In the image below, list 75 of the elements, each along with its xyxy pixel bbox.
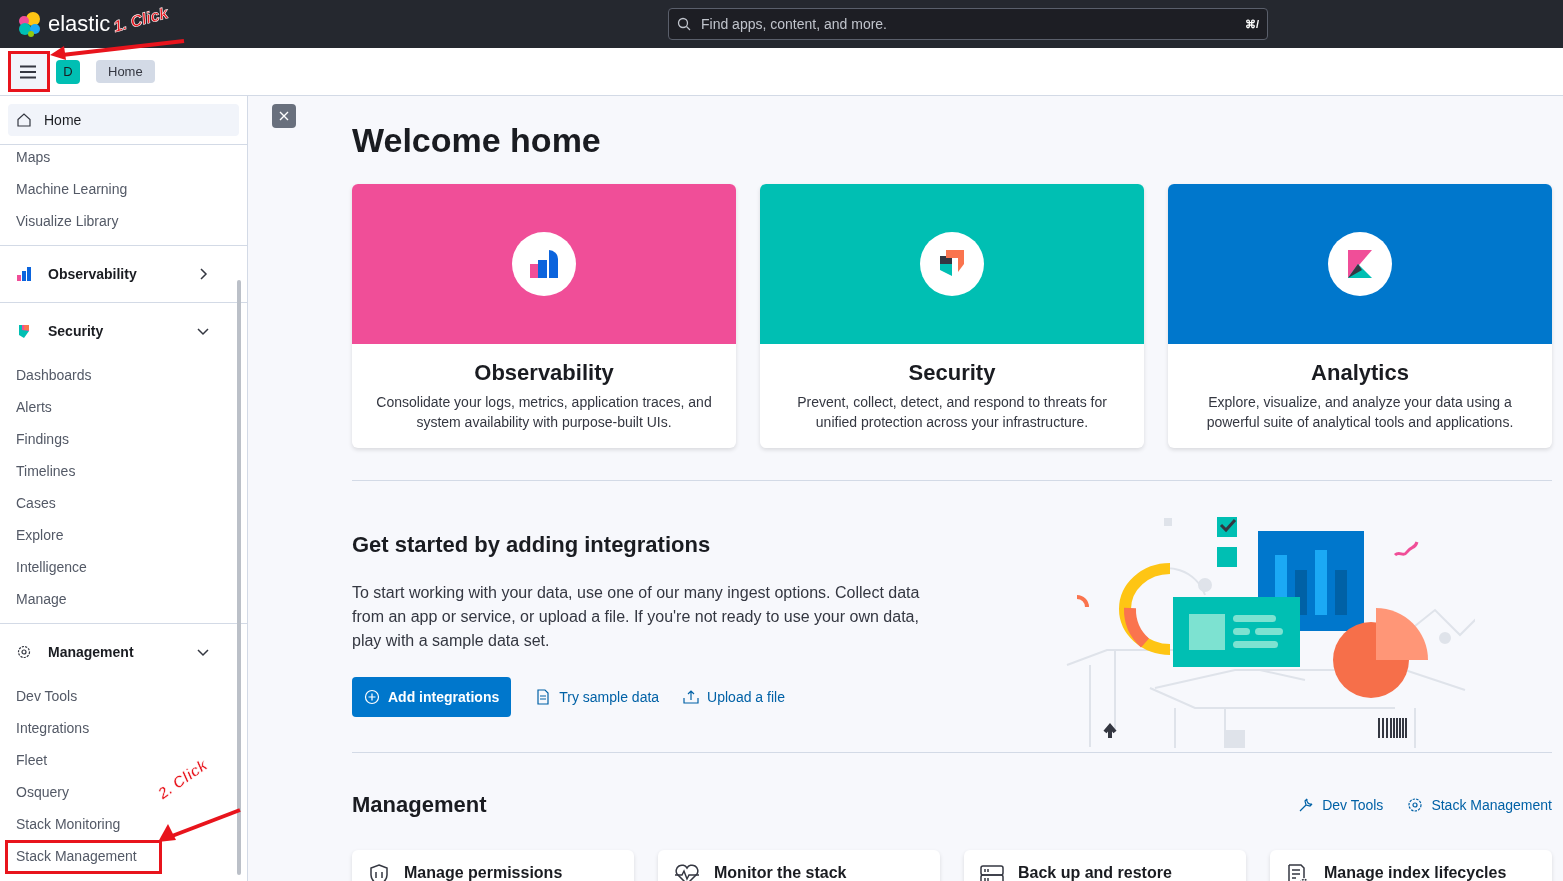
- nav-item[interactable]: Machine Learning: [0, 173, 144, 205]
- server-icon: [980, 864, 1004, 881]
- action-link[interactable]: Upload a file: [683, 677, 785, 717]
- solution-card[interactable]: Security Prevent, collect, detect, and respond to threats for unified protection across your infrastructure.: [760, 184, 1144, 448]
- nav-item[interactable]: Integrations: [0, 712, 106, 744]
- solution-card[interactable]: Analytics Explore, visualize, and analyze your data using a powerful suite of analytical tools and applications.: [1168, 184, 1552, 448]
- card-title: Security: [908, 360, 996, 386]
- shield-icon: [16, 323, 32, 339]
- nav-item[interactable]: Explore: [0, 519, 80, 551]
- bar-chart-icon: [16, 266, 32, 282]
- nav-item[interactable]: Alerts: [0, 391, 68, 423]
- add-integrations-button[interactable]: Add integrations: [352, 677, 512, 717]
- header-link[interactable]: Stack Management: [1407, 797, 1552, 813]
- upload-icon: [683, 689, 700, 705]
- nav-item[interactable]: Maps: [0, 141, 67, 173]
- nav-item[interactable]: Visualize Library: [0, 205, 135, 237]
- nav-group-title[interactable]: Security: [48, 323, 179, 339]
- gear-icon: [16, 644, 32, 660]
- card-title: Analytics: [1311, 360, 1409, 386]
- search-icon: [677, 17, 691, 31]
- card-title: Manage index lifecycles: [1324, 864, 1507, 881]
- nav-group-title[interactable]: Management: [48, 644, 179, 660]
- card-description: Consolidate your logs, metrics, application traces, and system availability with purpose-built UIs.: [375, 393, 713, 432]
- action-link[interactable]: Try sample data: [535, 677, 660, 717]
- card-title: Monitor the stack: [714, 864, 847, 881]
- document-icon: [535, 689, 552, 705]
- breadcrumb[interactable]: Home: [96, 60, 155, 83]
- close-icon: [279, 111, 289, 121]
- wrench-icon: [1298, 797, 1315, 813]
- nav-item[interactable]: Intelligence: [0, 551, 103, 583]
- gear-icon: [1407, 797, 1424, 813]
- home-icon: [16, 112, 32, 128]
- annotation-label: 1. Click: [111, 4, 171, 36]
- card-title: Observability: [474, 360, 614, 386]
- section-title: Management: [352, 791, 487, 819]
- search-field[interactable]: Find apps, content, and more. ⌘/: [668, 8, 1268, 40]
- close-button[interactable]: [272, 104, 296, 128]
- nav-item[interactable]: Dev Tools: [0, 680, 94, 712]
- logo-icon: [16, 11, 42, 37]
- solution-card[interactable]: Observability Consolidate your logs, metrics, application traces, and system availability with purpose-built UIs.: [352, 184, 736, 448]
- nav-item[interactable]: Stack Monitoring: [0, 808, 137, 840]
- nav-item[interactable]: Osquery: [0, 776, 85, 808]
- shortcut-hint: ⌘/: [1244, 17, 1259, 31]
- management-card[interactable]: Monitor the stack: [658, 850, 940, 881]
- menu-icon: [19, 64, 37, 79]
- card-title: Manage permissions: [404, 864, 563, 881]
- header-link[interactable]: Dev Tools: [1298, 797, 1384, 813]
- section-description: To start working with your data, use one of our many ingest options. Collect data from an app or service, or upload a file. If you're not ready to use your own data, play with a sample data set.: [352, 583, 921, 651]
- nav-item[interactable]: Cases: [0, 487, 72, 519]
- card-title: Back up and restore: [1018, 864, 1172, 881]
- nav-item[interactable]: Manage: [0, 583, 83, 615]
- nav-item[interactable]: Findings: [0, 423, 85, 455]
- card-description: Prevent, collect, detect, and respond to threats for unified protection across your infrastructure.: [796, 393, 1108, 432]
- nav-item[interactable]: Dashboards: [0, 359, 108, 391]
- management-card[interactable]: Manage index lifecycles: [1270, 850, 1552, 881]
- page-title: Welcome home: [352, 120, 602, 160]
- management-card[interactable]: Manage permissions: [352, 850, 634, 881]
- space-avatar[interactable]: D: [56, 59, 80, 84]
- nav-item[interactable]: Timelines: [0, 455, 92, 487]
- management-card[interactable]: Back up and restore: [964, 850, 1246, 881]
- highlight-box: [8, 51, 50, 92]
- shield-icon: [368, 864, 390, 881]
- bar-chart-icon: [528, 248, 560, 280]
- nav-label: Home: [44, 112, 82, 128]
- home-nav-item[interactable]: Home: [8, 104, 239, 136]
- card-description: Explore, visualize, and analyze your data using a powerful suite of analytical tools and applications.: [1205, 393, 1515, 432]
- plus-circle-icon: [364, 689, 380, 705]
- scrollbar[interactable]: [237, 280, 241, 875]
- logo-text: elastic: [48, 11, 111, 37]
- section-title: Get started by adding integrations: [352, 531, 712, 559]
- nav-item[interactable]: Fleet: [0, 744, 64, 776]
- nav-item[interactable]: Stack Management: [0, 840, 153, 872]
- nav-group-title[interactable]: Observability: [48, 266, 179, 282]
- heartbeat-icon: [674, 864, 700, 881]
- search-placeholder: Find apps, content, and more.: [701, 16, 888, 32]
